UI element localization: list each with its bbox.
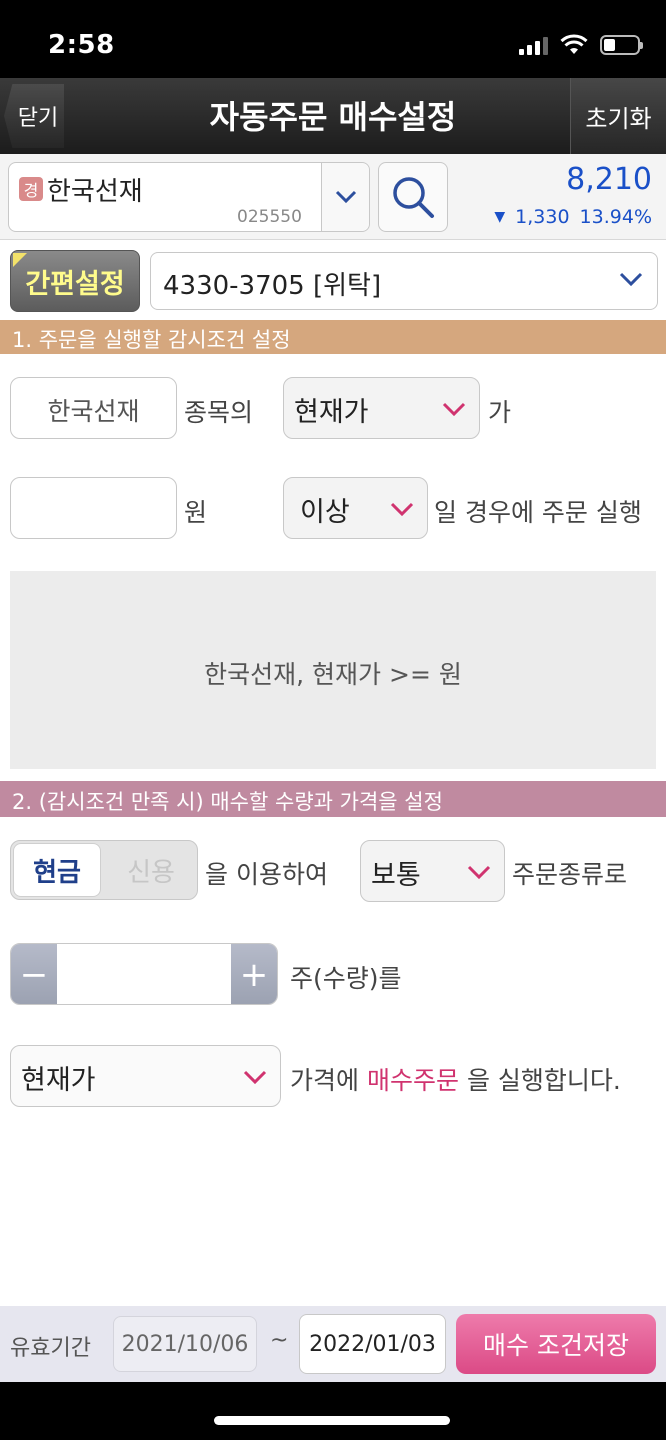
pay-credit-option[interactable]: 신용	[107, 843, 195, 897]
buy-order-highlight: 매수주문	[366, 1066, 459, 1095]
pay-suffix-label: 을 이용하여	[205, 860, 328, 889]
reset-button[interactable]: 초기화	[570, 78, 666, 154]
quantity-input[interactable]	[57, 944, 231, 1004]
account-value: 4330-3705 [위탁]	[163, 271, 382, 301]
status-icons	[519, 34, 643, 56]
compare-operator-select[interactable]: 이상	[283, 477, 428, 539]
chevron-down-icon	[390, 502, 414, 516]
order-price-suffix-b: 을 실행합니다.	[466, 1066, 621, 1095]
order-type-select[interactable]: 보통	[360, 840, 505, 902]
home-indicator[interactable]	[214, 1416, 450, 1425]
status-time: 2:58	[48, 30, 115, 60]
stock-name: 한국선재	[47, 177, 143, 207]
condition-field-value: 현재가	[294, 397, 369, 428]
stock-badge: 경	[19, 177, 43, 201]
down-arrow-icon: ▼	[494, 209, 506, 225]
battery-icon	[600, 35, 643, 55]
stock-info-row: 경 한국선재 025550 8,210 ▼ 1,330 13.94%	[0, 154, 666, 240]
order-price-suffix: 가격에 매수주문 을 실행합니다.	[290, 1061, 621, 1097]
order-type-value: 보통	[371, 860, 421, 891]
order-price-suffix-a: 가격에	[290, 1066, 360, 1095]
compare-operator-value: 이상	[300, 497, 350, 528]
chevron-down-icon	[467, 865, 491, 879]
save-buy-condition-button[interactable]: 매수 조건저장	[456, 1314, 656, 1374]
quantity-suffix-label: 주(수량)를	[290, 964, 402, 993]
cellular-signal-icon	[519, 35, 548, 55]
search-icon	[393, 177, 434, 218]
stock-selector[interactable]: 경 한국선재 025550	[8, 162, 370, 232]
wifi-icon	[560, 34, 588, 54]
bottom-bar: 유효기간 2021/10/06 ~ 2022/01/03 매수 조건저장	[0, 1306, 666, 1382]
condition-stock-field[interactable]: 한국선재	[10, 377, 177, 439]
condition-suffix-label: 가	[488, 398, 512, 427]
main-content: 경 한국선재 025550 8,210 ▼ 1,330 13.94% 간편설정 …	[0, 154, 666, 1306]
account-row: 간편설정 4330-3705 [위탁]	[0, 240, 666, 320]
trigger-price-input[interactable]	[10, 477, 177, 539]
change-amount: 1,330	[515, 206, 570, 228]
price-change: ▼ 1,330 13.94%	[494, 206, 652, 228]
account-select[interactable]: 4330-3705 [위탁]	[150, 252, 658, 310]
current-price: 8,210	[566, 162, 652, 197]
change-rate: 13.94%	[579, 206, 652, 228]
validity-label: 유효기간	[10, 1336, 91, 1361]
condition-stock-value: 한국선재	[47, 397, 140, 426]
chevron-down-icon	[335, 190, 356, 204]
chevron-down-icon	[619, 272, 643, 287]
quantity-decrease-button[interactable]: −	[11, 944, 57, 1004]
validity-start-date: 2021/10/06	[113, 1316, 257, 1372]
section-header-watch-condition: 1. 주문을 실행할 감시조건 설정	[0, 320, 666, 354]
quick-settings-button[interactable]: 간편설정	[10, 250, 140, 312]
payment-type-toggle[interactable]: 현금 신용	[10, 840, 198, 900]
page-title: 자동주문 매수설정	[209, 98, 457, 136]
chevron-down-icon	[243, 1070, 267, 1084]
chevron-down-icon	[442, 402, 466, 416]
section-header-order-setting: 2. (감시조건 만족 시) 매수할 수량과 가격을 설정	[0, 781, 666, 817]
quantity-stepper: − +	[10, 943, 278, 1005]
compare-suffix-label: 일 경우에 주문 실행	[434, 498, 642, 527]
order-price-value: 현재가	[21, 1065, 96, 1096]
condition-summary-text: 한국선재, 현재가 >= 원	[204, 660, 462, 689]
price-unit-label: 원	[184, 498, 208, 527]
title-bar: 닫기 자동주문 매수설정 초기화	[0, 78, 666, 154]
order-type-suffix-label: 주문종류로	[512, 860, 628, 889]
validity-end-date[interactable]: 2022/01/03	[299, 1314, 446, 1374]
status-bar: 2:58	[0, 0, 666, 78]
stock-suffix-label: 종목의	[184, 398, 254, 427]
condition-summary-box: 한국선재, 현재가 >= 원	[10, 571, 656, 769]
stock-code: 025550	[237, 207, 302, 227]
battery-level	[604, 39, 616, 51]
home-indicator-area	[0, 1382, 666, 1440]
stock-dropdown-button[interactable]	[321, 163, 369, 231]
search-button[interactable]	[378, 162, 448, 232]
pay-cash-option[interactable]: 현금	[13, 843, 101, 897]
date-range-separator: ~	[270, 1328, 289, 1353]
quantity-increase-button[interactable]: +	[231, 944, 277, 1004]
order-price-select[interactable]: 현재가	[10, 1045, 281, 1107]
condition-field-select[interactable]: 현재가	[283, 377, 480, 439]
